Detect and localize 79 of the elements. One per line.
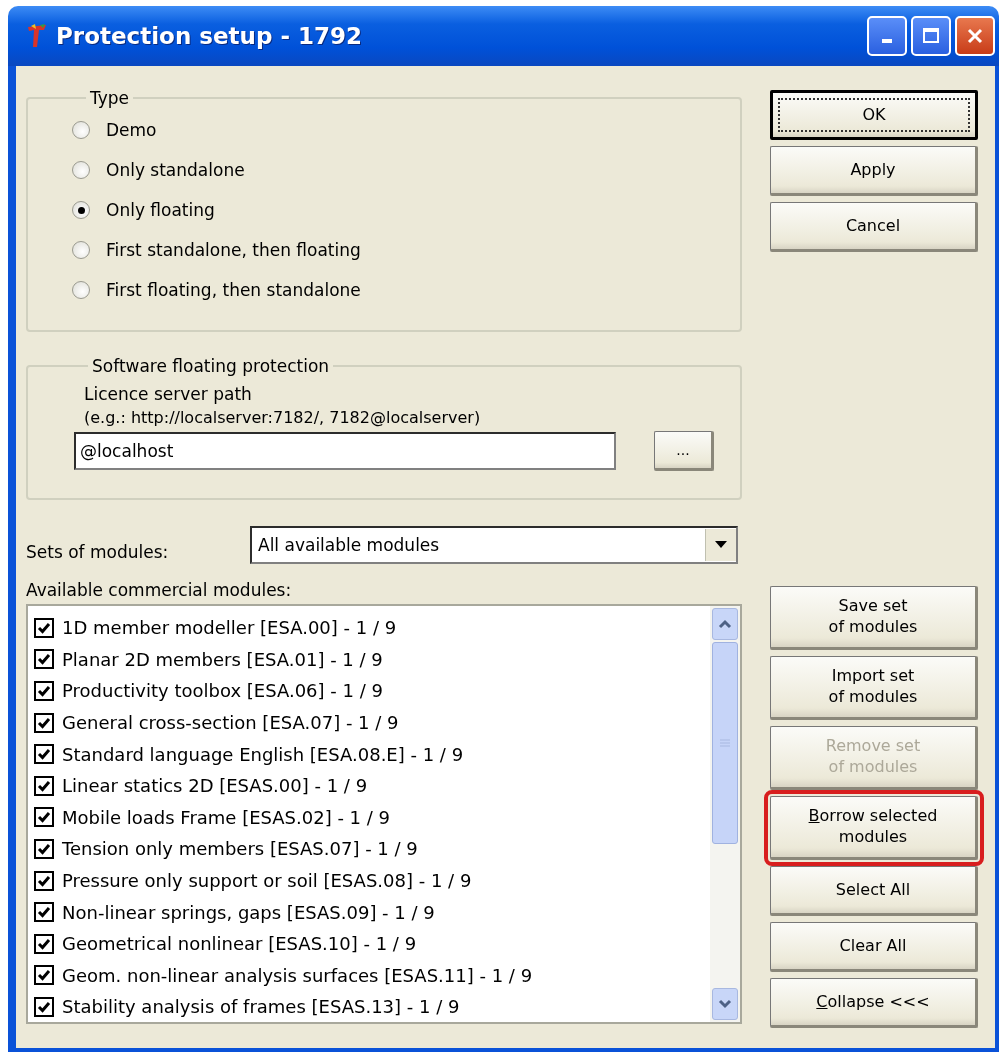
radio-button[interactable] — [72, 281, 90, 299]
close-icon — [966, 27, 984, 45]
radio-label[interactable]: Only floating — [106, 200, 215, 220]
sets-label: Sets of modules: — [26, 541, 170, 562]
radio-label[interactable]: Demo — [106, 120, 157, 140]
checkmark-icon — [37, 652, 51, 667]
dialog-button[interactable]: Apply — [770, 146, 978, 196]
browse-button[interactable]: ... — [654, 431, 714, 471]
module-label[interactable]: Standard language English [ESA.08.E] - 1 / 9 — [62, 743, 464, 765]
checkmark-icon — [37, 747, 51, 762]
checkmark-icon — [37, 841, 51, 856]
module-label[interactable]: Planar 2D members [ESA.01] - 1 / 9 — [62, 648, 383, 670]
radio-button[interactable] — [72, 161, 90, 179]
hint-text: (e.g.: http://localserver:7182/, 7182@localserver) — [84, 408, 482, 427]
checkmark-icon — [37, 936, 51, 951]
list-label: Available commercial modules: — [26, 580, 293, 600]
module-label[interactable]: Tension only members [ESAS.07] - 1 / 9 — [62, 838, 418, 860]
group-title: Software floating protection — [91, 356, 331, 376]
checkmark-icon — [37, 684, 51, 698]
group-title: Type — [89, 88, 131, 108]
checkbox[interactable] — [34, 712, 54, 733]
module-label[interactable]: Mobile loads Frame [ESAS.02] - 1 / 9 — [62, 806, 391, 828]
minimize-icon — [882, 39, 892, 43]
checkbox[interactable] — [34, 838, 54, 859]
module-label[interactable]: General cross-section [ESA.07] - 1 / 9 — [62, 712, 399, 734]
checkbox[interactable] — [34, 965, 54, 986]
radio-button[interactable] — [72, 241, 90, 259]
checkbox[interactable] — [34, 807, 54, 828]
module-label[interactable]: Non-linear springs, gaps [ESAS.09] - 1 / 9 — [62, 901, 435, 923]
checkmark-icon — [37, 778, 51, 793]
maximize-button[interactable] — [911, 16, 951, 56]
checkbox[interactable] — [34, 775, 54, 796]
module-set-button[interactable]: Clear All — [770, 922, 978, 972]
radio-button[interactable] — [72, 121, 90, 139]
radio-button[interactable] — [72, 201, 90, 219]
window-title: Protection setup - 1792 — [56, 23, 363, 49]
radio-label[interactable]: Only standalone — [106, 160, 245, 180]
checkmark-icon — [37, 715, 51, 730]
field-label: Licence server path — [84, 384, 253, 404]
checkbox[interactable] — [34, 617, 54, 638]
module-label[interactable]: Stability analysis of frames [ESAS.13] - 1 / 9 — [62, 996, 460, 1018]
checkbox[interactable] — [34, 996, 54, 1017]
checkmark-icon — [37, 810, 51, 825]
module-label[interactable]: Pressure only support or soil [ESAS.08] - 1 / 9 — [62, 870, 472, 892]
checkbox[interactable] — [34, 744, 54, 765]
checkbox[interactable] — [34, 902, 54, 923]
module-label[interactable]: Geom. non-linear analysis surfaces [ESAS.11] - 1 / 9 — [62, 964, 533, 986]
module-label[interactable]: Linear statics 2D [ESAS.00] - 1 / 9 — [62, 775, 368, 797]
radio-label[interactable]: First floating, then standalone — [106, 280, 361, 300]
minimize-button[interactable] — [867, 16, 907, 56]
close-button[interactable] — [955, 16, 995, 56]
scroll-down-button[interactable] — [712, 988, 738, 1020]
dialog-button[interactable]: OK — [770, 90, 978, 140]
scroll-thumb[interactable] — [712, 642, 738, 844]
checkmark-icon — [37, 620, 51, 635]
module-set-button[interactable]: Select All — [770, 866, 978, 916]
module-label[interactable]: Productivity toolbox [ESA.06] - 1 / 9 — [62, 680, 383, 702]
checkbox[interactable] — [34, 870, 54, 891]
checkbox[interactable] — [34, 681, 54, 701]
checkbox[interactable] — [34, 649, 54, 670]
module-label[interactable]: Geometrical nonlinear [ESAS.10] - 1 / 9 — [62, 933, 417, 955]
scrollbar[interactable] — [710, 606, 740, 1022]
sets-dropdown[interactable]: All available modules — [250, 526, 738, 564]
checkmark-icon — [37, 999, 51, 1014]
scroll-up-button[interactable] — [712, 608, 738, 640]
module-label[interactable]: 1D member modeller [ESA.00] - 1 / 9 — [62, 617, 397, 639]
module-set-button[interactable]: Import set of modules — [770, 656, 978, 720]
checkmark-icon — [37, 873, 51, 888]
checkmark-icon — [37, 968, 51, 983]
checkbox[interactable] — [34, 933, 54, 954]
maximize-icon — [921, 26, 941, 46]
checkmark-icon — [37, 905, 51, 920]
module-set-button[interactable]: Save set of modules — [770, 586, 978, 650]
dropdown-arrow-icon — [714, 541, 728, 549]
dialog-button[interactable]: Cancel — [770, 202, 978, 252]
radio-label[interactable]: First standalone, then floating — [106, 240, 361, 260]
module-set-button[interactable]: Collapse <<< — [770, 978, 978, 1028]
app-icon — [26, 23, 48, 49]
server-path-field[interactable]: @localhost — [74, 432, 616, 470]
